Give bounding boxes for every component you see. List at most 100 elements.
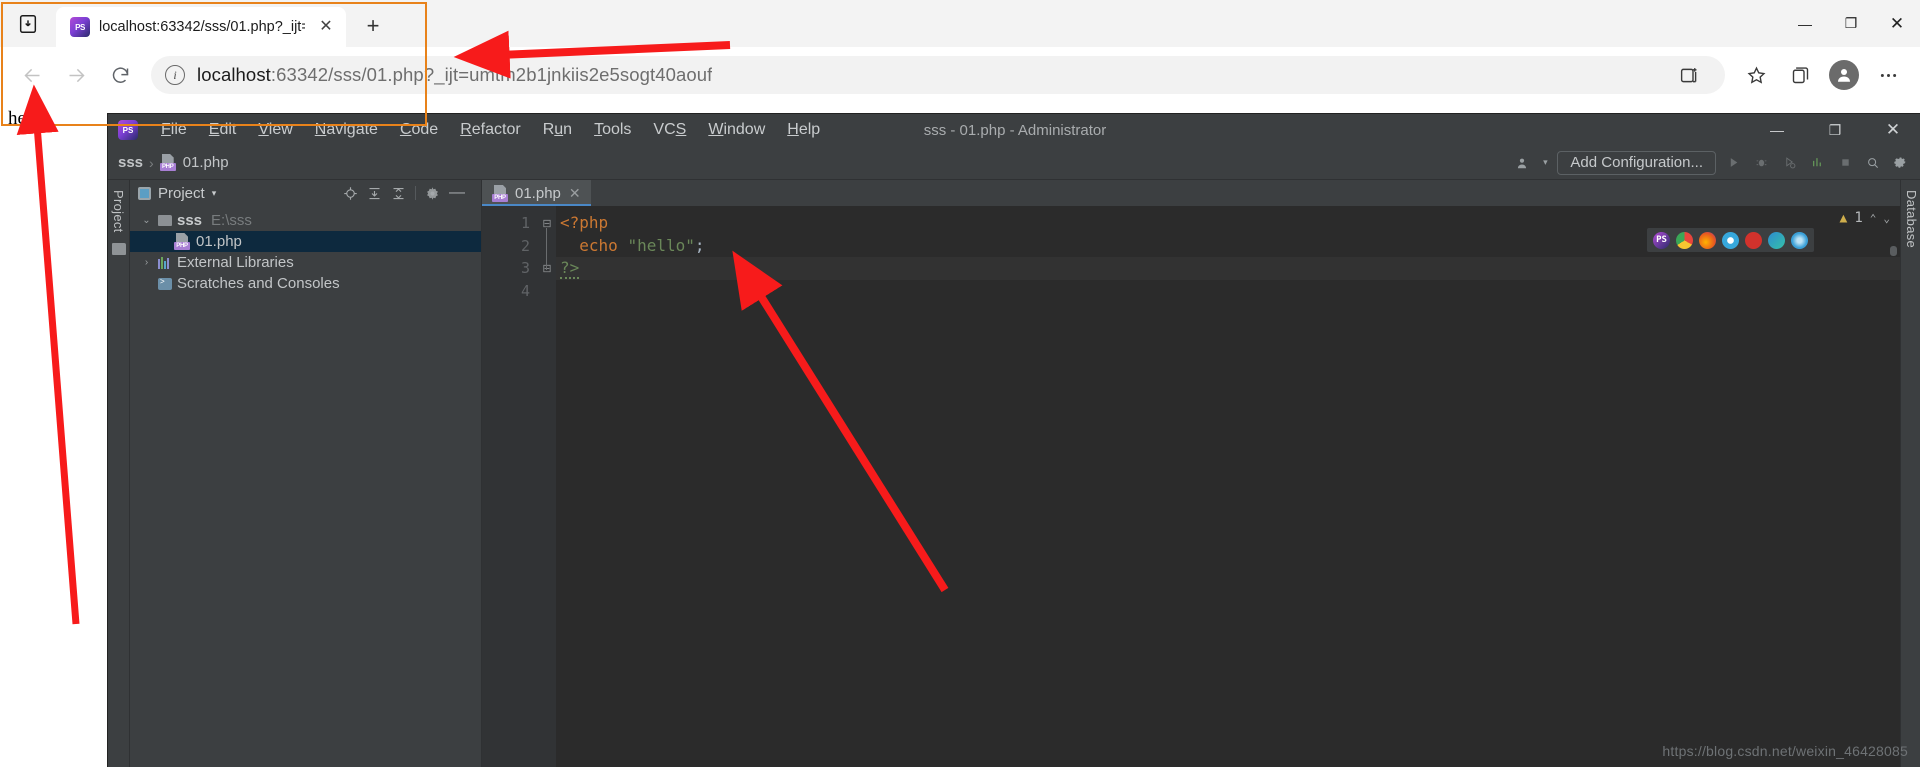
ide-maximize-button[interactable]: ❐ [1806, 114, 1864, 146]
ie-browser-icon[interactable] [1791, 231, 1808, 249]
next-problem-icon[interactable]: ⌄ [1883, 212, 1890, 225]
collections-icon[interactable] [1778, 53, 1822, 97]
chevron-down-icon[interactable]: ▾ [212, 188, 217, 199]
editor-tab-label: 01.php [515, 184, 561, 202]
browser-minimize-button[interactable]: — [1782, 0, 1828, 47]
project-panel-header: Project ▾ — [130, 180, 481, 206]
screenshot-root: PS localhost:63342/sss/01.php?_ijt= ✕ + … [0, 0, 1920, 767]
project-panel-title: Project [158, 184, 205, 202]
breadcrumb-file[interactable]: 01.php [183, 154, 229, 171]
menu-run[interactable]: Run [532, 117, 583, 143]
settings-ellipsis-icon[interactable] [1866, 53, 1910, 97]
token: ?> [560, 258, 580, 279]
stop-icon[interactable] [1834, 152, 1856, 174]
code-text[interactable]: <?php echo "hello"; ?> PS ▲ 1 ⌃ ⌄ [556, 206, 1900, 767]
address-bar-actions [1667, 53, 1711, 97]
warning-count: 1 [1854, 210, 1863, 226]
libraries-icon [158, 256, 172, 269]
editor-tabbar: PHP 01.php ✕ [482, 180, 1900, 206]
locate-target-icon[interactable] [343, 186, 358, 201]
collapse-all-icon[interactable] [391, 186, 406, 201]
folder-icon [158, 215, 172, 226]
line-number: 1 [520, 214, 530, 232]
edge-browser-icon[interactable] [1768, 231, 1785, 249]
project-panel-actions: — [343, 184, 473, 202]
avatar [1829, 60, 1859, 90]
breadcrumb-separator-icon: › [149, 154, 154, 171]
line-number-gutter: 1 2 3 4 [482, 206, 538, 767]
annotation-highlight-box [1, 2, 427, 126]
close-icon[interactable]: ✕ [569, 185, 581, 202]
twisty-icon[interactable]: › [140, 257, 153, 268]
project-panel-icon [138, 186, 151, 200]
code-line-3: ?> [556, 257, 1900, 280]
token: "hello" [627, 235, 695, 255]
opera-browser-icon[interactable] [1745, 231, 1762, 249]
tree-row-scratches[interactable]: Scratches and Consoles [130, 273, 481, 294]
phpstorm-browser-icon[interactable]: PS [1653, 231, 1670, 249]
favorites-star-icon[interactable] [1734, 53, 1778, 97]
fold-marker-icon[interactable]: ⊟ [538, 257, 556, 280]
editor-scrollbar-thumb[interactable] [1890, 246, 1897, 256]
twisty-icon[interactable]: ⌄ [140, 215, 153, 226]
gear-icon[interactable] [425, 186, 440, 201]
add-to-collections-icon[interactable] [1667, 53, 1711, 97]
run-icon[interactable] [1722, 152, 1744, 174]
profile-run-icon[interactable] [1806, 152, 1828, 174]
search-icon[interactable] [1862, 152, 1884, 174]
coverage-icon[interactable] [1778, 152, 1800, 174]
browser-maximize-button[interactable]: ❐ [1828, 0, 1874, 47]
menu-vcs[interactable]: VCS [642, 117, 697, 143]
user-caret-icon[interactable]: ▾ [1539, 152, 1551, 174]
ide-body: Project Project ▾ — ⌄ sss E:\sss PHP 01.… [108, 180, 1920, 767]
rail-database-label[interactable]: Database [1904, 190, 1919, 248]
code-folding-gutter[interactable]: ⊟ ⊟ [538, 206, 556, 767]
tree-label: sss [177, 212, 203, 229]
watermark-text: https://blog.csdn.net/weixin_46428085 [1662, 743, 1908, 759]
php-file-icon: PHP [492, 184, 509, 202]
debug-icon[interactable] [1750, 152, 1772, 174]
breadcrumb-project[interactable]: sss [118, 154, 143, 171]
tree-row-external-libraries[interactable]: › External Libraries [130, 252, 481, 273]
ide-close-button[interactable]: ✕ [1864, 114, 1920, 146]
line-number: 3 [520, 259, 530, 277]
fold-marker-icon[interactable]: ⊟ [538, 212, 556, 235]
menu-tools[interactable]: Tools [583, 117, 642, 143]
browser-window-controls: — ❐ ✕ [1782, 0, 1920, 47]
rail-project-label[interactable]: Project [111, 190, 126, 233]
menu-help[interactable]: Help [776, 117, 831, 143]
menu-window[interactable]: Window [697, 117, 776, 143]
menu-refactor[interactable]: Refactor [449, 117, 531, 143]
safari-browser-icon[interactable] [1722, 231, 1739, 249]
token: ; [694, 235, 705, 255]
tree-row-sss[interactable]: ⌄ sss E:\sss [130, 210, 481, 231]
add-configuration-button[interactable]: Add Configuration... [1557, 150, 1716, 175]
fold-region-bar [546, 228, 547, 270]
tree-row-01php[interactable]: PHP 01.php [130, 231, 481, 252]
user-icon[interactable] [1511, 152, 1533, 174]
project-tree: ⌄ sss E:\sss PHP 01.php › External Libra… [130, 206, 481, 294]
editor-area: PHP 01.php ✕ 1 2 3 4 ⊟ ⊟ <?php echo "hel… [482, 180, 1908, 767]
gear-icon[interactable] [1890, 152, 1912, 174]
browser-close-button[interactable]: ✕ [1874, 0, 1920, 47]
ide-minimize-button[interactable]: — [1748, 114, 1806, 146]
expand-all-icon[interactable] [367, 186, 382, 201]
chrome-browser-icon[interactable] [1676, 231, 1693, 249]
left-tool-rail: Project [108, 180, 130, 767]
profile-avatar[interactable] [1822, 53, 1866, 97]
token: echo [579, 235, 618, 255]
tree-path: E:\sss [211, 212, 252, 229]
structure-folder-icon[interactable] [111, 242, 126, 255]
inspection-status[interactable]: ▲ 1 ⌃ ⌄ [1839, 210, 1890, 226]
ide-toolbar: sss › PHP 01.php ▾ Add Configuration... [108, 146, 1920, 180]
hide-panel-icon[interactable]: — [449, 184, 473, 202]
code-editor[interactable]: 1 2 3 4 ⊟ ⊟ <?php echo "hello"; ?> PS ▲ … [482, 206, 1900, 767]
editor-tab-01php[interactable]: PHP 01.php ✕ [482, 180, 591, 206]
line-number: 4 [520, 281, 530, 300]
previous-problem-icon[interactable]: ⌃ [1870, 212, 1877, 225]
firefox-browser-icon[interactable] [1699, 231, 1716, 249]
php-file-icon: PHP [159, 154, 177, 171]
